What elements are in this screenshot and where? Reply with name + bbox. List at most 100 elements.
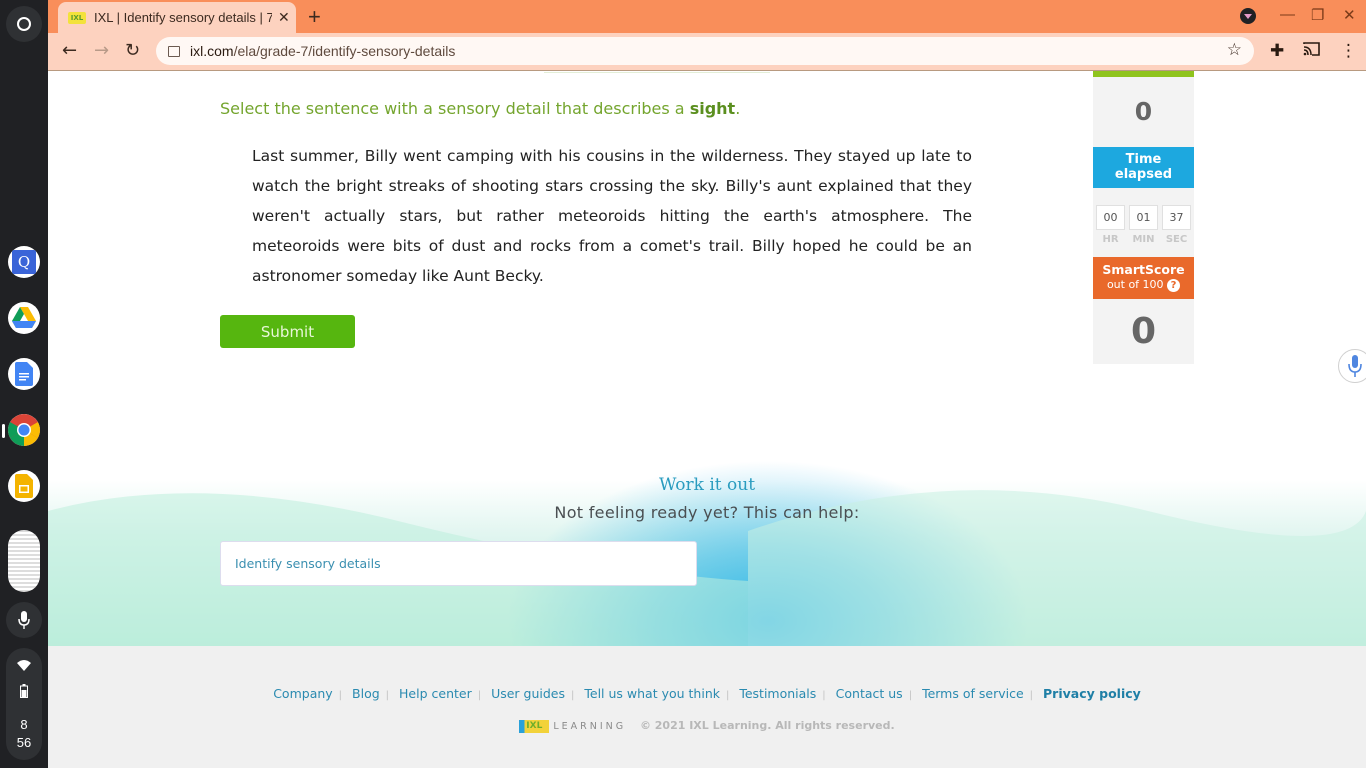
question-prompt: Select the sentence with a sensory detai… xyxy=(220,99,741,118)
separator: | xyxy=(477,690,482,701)
close-window-button[interactable]: ✕ xyxy=(1343,6,1356,24)
status-area[interactable]: 8 56 xyxy=(6,648,42,760)
timer-seconds-label: SEC xyxy=(1165,234,1188,245)
smartscore-value: 0 xyxy=(1130,311,1157,352)
google-docs-app[interactable] xyxy=(8,358,40,390)
smartscore-sublabel: out of 100 xyxy=(1106,278,1164,291)
browser-menu-icon[interactable]: ⋮ xyxy=(1340,41,1357,61)
separator: | xyxy=(822,690,826,701)
chrome-icon xyxy=(8,414,40,446)
clock: 8 56 xyxy=(6,716,42,752)
extensions-puzzle-icon[interactable]: ✚ xyxy=(1270,41,1284,61)
ixl-learning-logo[interactable]: IXL LEARNING xyxy=(519,719,626,733)
user-avatar[interactable] xyxy=(8,530,40,592)
footer-link-help-center[interactable]: Help center xyxy=(399,686,472,701)
divider xyxy=(544,72,770,73)
launcher-icon xyxy=(17,17,31,31)
site-info-icon[interactable] xyxy=(168,45,180,57)
tab-close-icon[interactable]: ✕ xyxy=(278,10,290,26)
timer-minutes-label: MIN xyxy=(1132,234,1155,245)
footer-links: Company | Blog | Help center | User guides |… xyxy=(48,686,1366,701)
separator: | xyxy=(338,690,343,701)
chrome-app[interactable] xyxy=(8,414,40,446)
separator: | xyxy=(1029,690,1034,701)
footer-link-feedback[interactable]: Tell us what you think xyxy=(584,686,720,701)
work-it-out-title: Work it out xyxy=(658,475,756,495)
cast-icon[interactable] xyxy=(1303,41,1320,61)
voice-assistant-button[interactable] xyxy=(1338,349,1366,383)
docs-icon xyxy=(15,362,33,386)
work-it-out-subtitle: Not feeling ready yet? This can help: xyxy=(554,503,860,522)
submit-button[interactable]: Submit xyxy=(220,315,355,348)
smartscore-label: SmartScore xyxy=(1102,262,1185,277)
google-slides-app[interactable] xyxy=(8,470,40,502)
footer-link-terms[interactable]: Terms of service xyxy=(922,686,1024,701)
timer-minutes: 01 xyxy=(1129,205,1158,230)
new-tab-button[interactable]: + xyxy=(308,4,321,30)
elapsed-timer: 00 HR 01 MIN 37 SEC xyxy=(1096,205,1191,245)
browser-tab-active[interactable]: IXL IXL | Identify sensory details | 7th… xyxy=(58,2,296,33)
time-elapsed-header: Time elapsed xyxy=(1093,147,1194,188)
footer: Company | Blog | Help center | User guides |… xyxy=(48,646,1366,768)
logo-learning-text: LEARNING xyxy=(553,720,627,732)
separator: | xyxy=(385,690,390,701)
bookmark-star-icon[interactable]: ☆ xyxy=(1227,40,1242,60)
minimize-button[interactable]: — xyxy=(1280,6,1295,23)
google-drive-app[interactable] xyxy=(8,302,40,334)
quizlet-app[interactable]: Q xyxy=(8,246,40,278)
timer-seconds: 37 xyxy=(1162,205,1191,230)
launcher-button[interactable] xyxy=(6,6,42,42)
dictation-button[interactable] xyxy=(6,602,42,638)
slides-icon xyxy=(15,474,33,498)
address-bar[interactable]: ixl.com/ela/grade-7/identify-sensory-det… xyxy=(156,37,1254,65)
quizlet-icon: Q xyxy=(12,250,36,274)
drive-icon xyxy=(12,307,36,328)
footer-link-blog[interactable]: Blog xyxy=(352,686,380,701)
separator: | xyxy=(571,690,575,701)
questions-answered-count: 0 xyxy=(1134,97,1153,126)
reload-button[interactable]: ↻ xyxy=(125,40,140,61)
copyright-row: IXL LEARNING © 2021 IXL Learning. All rig… xyxy=(48,719,1366,733)
footer-link-user-guides[interactable]: User guides xyxy=(491,686,565,701)
time-label: Time xyxy=(1125,152,1162,167)
chevron-down-icon xyxy=(1244,13,1252,19)
tab-search-button[interactable] xyxy=(1240,8,1256,24)
browser-toolbar: ← → ↻ ixl.com/ela/grade-7/identify-senso… xyxy=(48,33,1366,70)
tab-title: IXL | Identify sensory details | 7th xyxy=(94,10,272,25)
forward-button[interactable]: → xyxy=(94,40,109,61)
footer-link-company[interactable]: Company xyxy=(273,686,332,701)
clock-hour: 8 xyxy=(20,717,28,732)
ixl-logo-icon: IXL xyxy=(519,719,550,733)
help-question-icon[interactable]: ? xyxy=(1167,278,1181,292)
sentence-option[interactable]: Last summer, Billy went camping with his… xyxy=(252,147,788,165)
footer-link-contact-us[interactable]: Contact us xyxy=(836,686,903,701)
copyright-text: © 2021 IXL Learning. All rights reserved… xyxy=(639,719,895,732)
score-sidebar: 0 Time elapsed 00 HR 01 MIN 37 SEC SmartSco… xyxy=(1093,71,1194,364)
work-it-out-section: Work it out Not feeling ready yet? This … xyxy=(48,451,1366,646)
microphone-icon xyxy=(18,611,30,629)
elapsed-label: elapsed xyxy=(1114,167,1173,182)
separator: | xyxy=(908,690,913,701)
footer-link-testimonials[interactable]: Testimonials xyxy=(739,686,816,701)
smartscore-header: SmartScore out of 100 ? xyxy=(1093,257,1194,299)
clock-minute: 56 xyxy=(16,735,32,750)
questions-header-bar xyxy=(1093,71,1194,77)
separator: | xyxy=(725,690,730,701)
timer-hours-label: HR xyxy=(1102,234,1119,245)
timer-hours: 00 xyxy=(1096,205,1125,230)
browser-tab-strip: IXL IXL | Identify sensory details | 7th… xyxy=(48,0,1366,33)
ixl-practice-page: Select the sentence with a sensory detai… xyxy=(48,71,1366,768)
restore-button[interactable]: ❐ xyxy=(1311,6,1324,24)
footer-link-privacy[interactable]: Privacy policy xyxy=(1043,686,1141,701)
microphone-icon xyxy=(1348,355,1362,377)
battery-icon xyxy=(20,684,28,698)
url-text[interactable]: ixl.com/ela/grade-7/identify-sensory-det… xyxy=(190,43,455,59)
ixl-favicon-icon: IXL xyxy=(68,11,86,24)
back-button[interactable]: ← xyxy=(62,40,77,61)
active-app-indicator xyxy=(2,424,5,438)
passage: Last summer, Billy went camping with his… xyxy=(252,141,972,291)
help-lesson-link[interactable]: Identify sensory details xyxy=(220,541,697,586)
prompt-keyword: sight xyxy=(689,99,736,118)
chromeos-shelf: Q 8 56 xyxy=(0,0,48,768)
wifi-icon xyxy=(17,660,31,671)
